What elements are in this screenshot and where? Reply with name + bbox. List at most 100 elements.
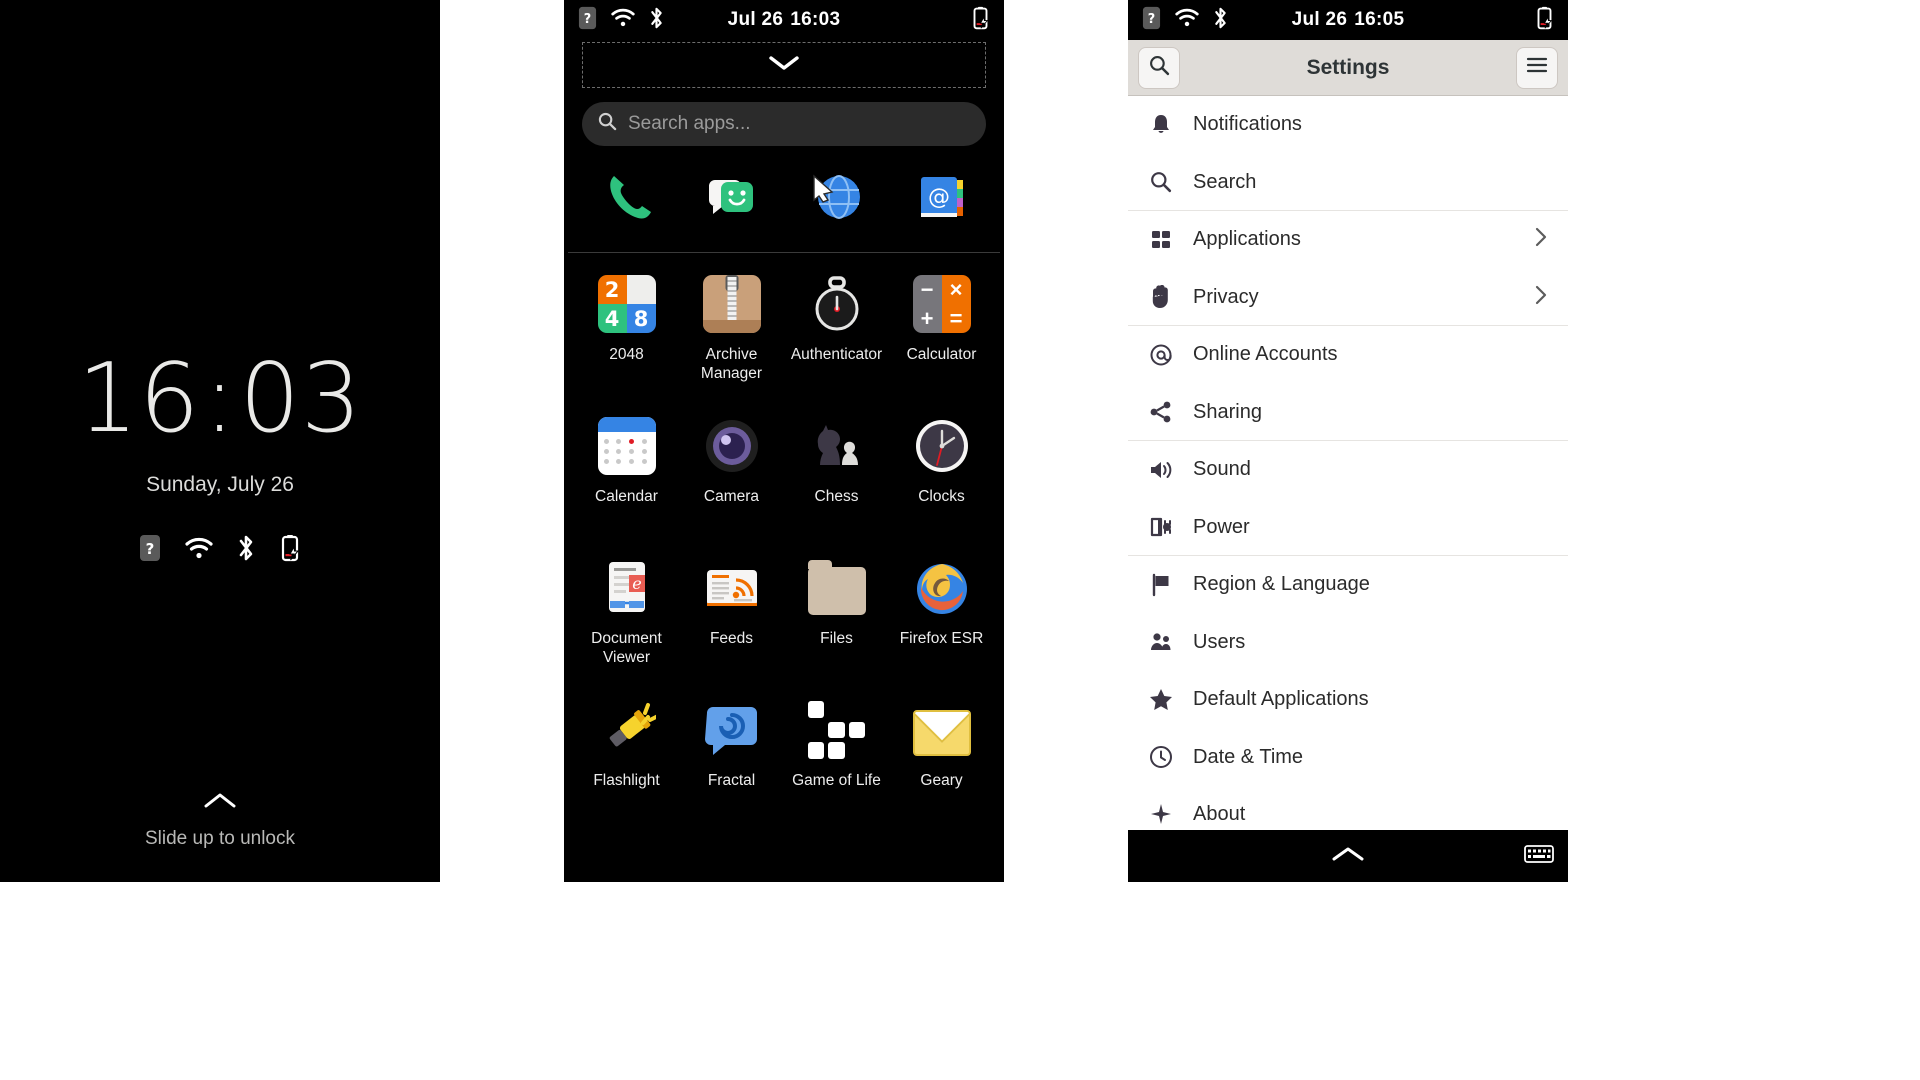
settings-row-search[interactable]: Search xyxy=(1128,154,1568,212)
speaker-icon xyxy=(1148,459,1174,481)
app-item-calculator[interactable]: − × + = Calculator xyxy=(889,267,994,407)
clock-colon: : xyxy=(203,344,237,454)
app-grid: 2 48 2048 Archive Manager Authenticator … xyxy=(564,253,1004,833)
lockscreen-minutes: 03 xyxy=(239,344,363,454)
lockscreen-panel: 16:03 Sunday, July 26 ? Slide up to unlo… xyxy=(0,0,440,882)
battery-charging-icon[interactable] xyxy=(971,6,990,35)
app-label: Game of Life xyxy=(792,772,881,789)
chevron-up-icon[interactable] xyxy=(1331,844,1365,869)
app-item-firefox-esr[interactable]: Firefox ESR xyxy=(889,551,994,691)
files-icon xyxy=(806,557,868,619)
cellular-unknown-icon: ? xyxy=(139,534,161,562)
svg-text:?: ? xyxy=(1148,12,1155,27)
app-item-fractal[interactable]: Fractal xyxy=(679,693,784,833)
settings-row-privacy[interactable]: Privacy xyxy=(1128,269,1568,327)
settings-menu-button[interactable] xyxy=(1516,46,1558,89)
settings-row-online-accounts[interactable]: Online Accounts xyxy=(1128,326,1568,384)
grid-icon xyxy=(1148,229,1174,251)
cellular-unknown-icon[interactable]: ? xyxy=(578,6,597,35)
chevron-right-icon xyxy=(1534,226,1548,253)
authenticator-icon xyxy=(806,273,868,335)
app-item-files[interactable]: Files xyxy=(784,551,889,691)
settings-search-button[interactable] xyxy=(1138,46,1180,89)
bluetooth-icon[interactable] xyxy=(1213,6,1228,35)
app-item-calendar[interactable]: Calendar xyxy=(574,409,679,549)
app-label: 2048 xyxy=(609,346,644,363)
app-label: Fractal xyxy=(707,772,756,789)
drawer-status-bar: ? Jul 26 16:03 xyxy=(564,0,1004,40)
app-item-camera[interactable]: Camera xyxy=(679,409,784,549)
app-item-authenticator[interactable]: Authenticator xyxy=(784,267,889,407)
drawer-status-date: Jul 26 xyxy=(727,9,784,30)
lockscreen-hours: 16 xyxy=(77,344,201,454)
2048-icon: 2 48 xyxy=(596,273,658,335)
settings-row-label: Power xyxy=(1193,515,1250,538)
chevron-down-icon[interactable] xyxy=(767,54,801,77)
wifi-icon[interactable] xyxy=(611,8,635,32)
users-icon xyxy=(1148,631,1174,653)
share-icon xyxy=(1148,400,1174,424)
settings-row-region-language[interactable]: Region & Language xyxy=(1128,556,1568,614)
app-item-archive-manager[interactable]: Archive Manager xyxy=(679,267,784,407)
hamburger-icon xyxy=(1526,56,1548,79)
app-label: Firefox ESR xyxy=(899,630,984,647)
favorite-app-chats[interactable] xyxy=(684,160,780,238)
search-input[interactable]: Search apps... xyxy=(582,102,986,146)
app-item-game-of-life[interactable]: Game of Life xyxy=(784,693,889,833)
battery-charging-icon xyxy=(279,534,301,562)
settings-row-date-time[interactable]: Date & Time xyxy=(1128,729,1568,787)
app-label: Chess xyxy=(814,488,859,505)
settings-row-users[interactable]: Users xyxy=(1128,614,1568,672)
settings-row-default-applications[interactable]: Default Applications xyxy=(1128,671,1568,729)
calendar-icon xyxy=(596,415,658,477)
settings-row-notifications[interactable]: Notifications xyxy=(1128,96,1568,154)
app-item-2048[interactable]: 2 48 2048 xyxy=(574,267,679,407)
settings-row-label: Online Accounts xyxy=(1193,343,1338,366)
settings-row-label: Date & Time xyxy=(1193,745,1304,768)
chevron-right-icon xyxy=(1534,284,1548,311)
settings-row-label: Search xyxy=(1193,170,1257,193)
search-placeholder: Search apps... xyxy=(628,113,751,134)
favorite-app-phone[interactable] xyxy=(579,160,675,238)
search-icon xyxy=(1148,171,1174,193)
geary-icon xyxy=(911,699,973,761)
app-label: Calculator xyxy=(906,346,977,363)
lockscreen-unlock-area[interactable]: Slide up to unlock xyxy=(0,791,440,850)
app-item-geary[interactable]: Geary xyxy=(889,693,994,833)
app-item-flashlight[interactable]: Flashlight xyxy=(574,693,679,833)
address-book-icon: @ xyxy=(911,166,973,233)
settings-row-label: Sound xyxy=(1193,458,1251,481)
favorite-app-web[interactable] xyxy=(789,160,885,238)
drawer-status-time: 16:03 xyxy=(790,9,841,30)
bluetooth-icon[interactable] xyxy=(649,6,664,35)
app-item-feeds[interactable]: Feeds xyxy=(679,551,784,691)
cellular-unknown-icon[interactable]: ? xyxy=(1142,6,1161,35)
settings-row-sound[interactable]: Sound xyxy=(1128,441,1568,499)
settings-row-applications[interactable]: Applications xyxy=(1128,211,1568,269)
settings-row-sharing[interactable]: Sharing xyxy=(1128,384,1568,442)
star-icon xyxy=(1148,688,1174,711)
settings-list: Notifications Search Applications Privac… xyxy=(1128,96,1568,844)
chevron-up-icon[interactable] xyxy=(203,791,237,816)
flashlight-icon xyxy=(596,699,658,761)
drawer-status-right-icons xyxy=(971,6,990,35)
lockscreen-status-icons: ? xyxy=(139,533,301,563)
settings-row-power[interactable]: Power xyxy=(1128,499,1568,557)
slide-to-unlock-label: Slide up to unlock xyxy=(145,828,295,849)
document-viewer-icon: e xyxy=(596,557,658,619)
settings-row-label: Sharing xyxy=(1193,400,1262,423)
hand-icon xyxy=(1148,285,1174,309)
settings-row-label: Notifications xyxy=(1193,113,1302,136)
settings-row-label: About xyxy=(1193,803,1246,826)
app-item-chess[interactable]: Chess xyxy=(784,409,889,549)
sparkle-icon xyxy=(1148,803,1174,827)
battery-charging-icon[interactable] xyxy=(1535,6,1554,35)
app-item-clocks[interactable]: Clocks xyxy=(889,409,994,549)
app-item-document-viewer[interactable]: e Document Viewer xyxy=(574,551,679,691)
game-of-life-icon xyxy=(806,699,868,761)
search-icon xyxy=(598,112,617,136)
keyboard-icon[interactable] xyxy=(1524,843,1554,870)
wifi-icon[interactable] xyxy=(1175,8,1199,32)
drawer-drag-handle[interactable] xyxy=(582,42,986,88)
favorite-app-contacts[interactable]: @ xyxy=(894,160,990,238)
